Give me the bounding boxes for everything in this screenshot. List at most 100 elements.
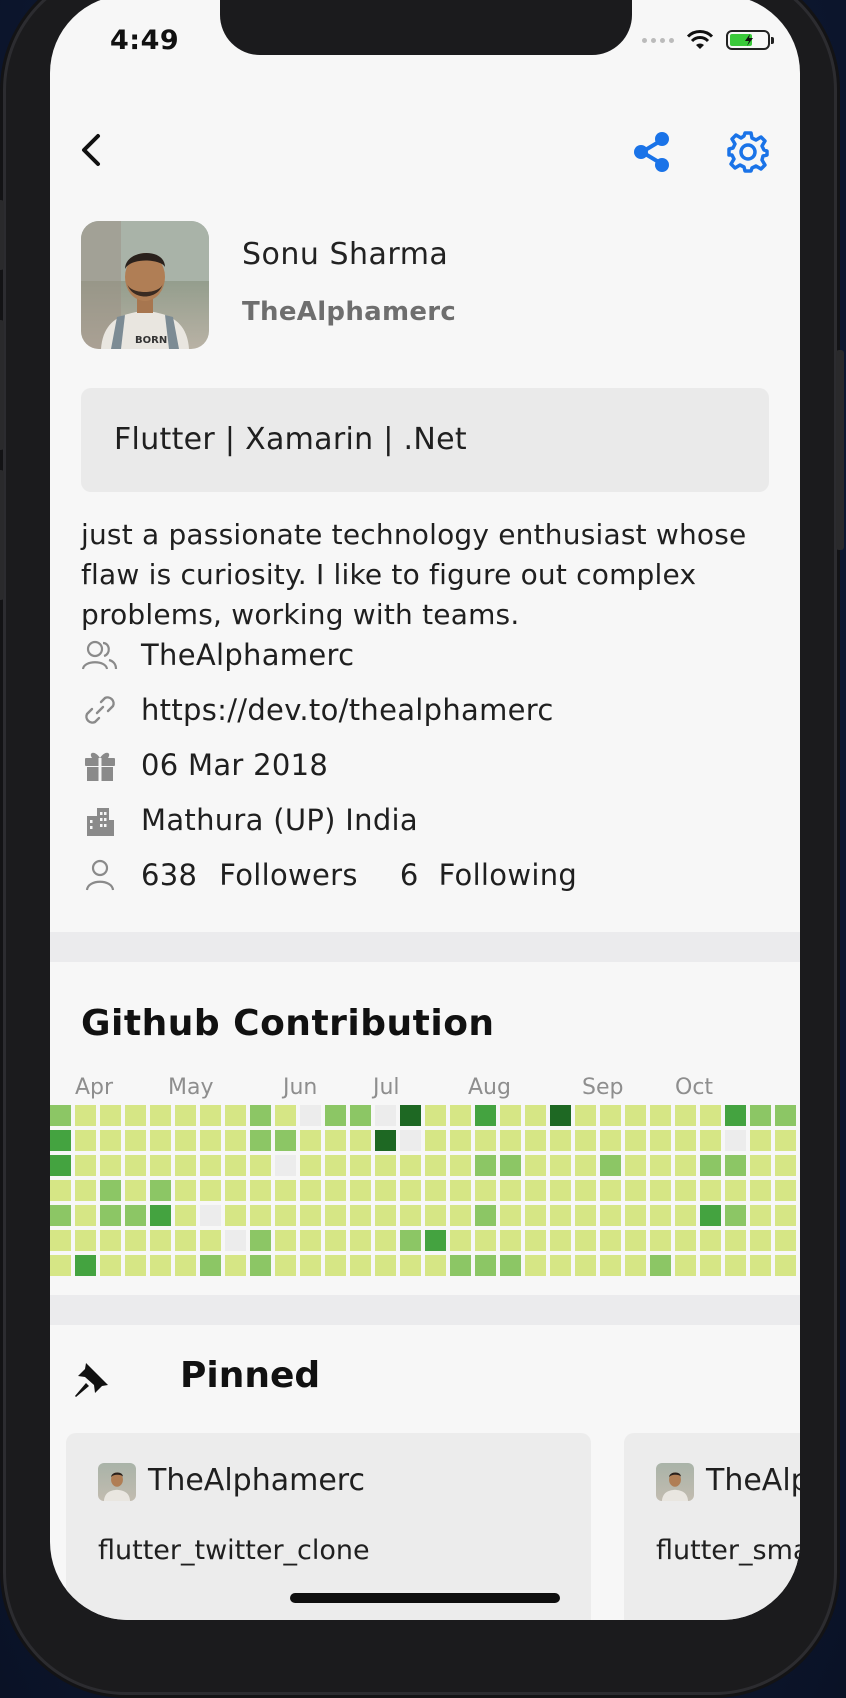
contribution-cell [500, 1205, 521, 1226]
owner-avatar [656, 1463, 694, 1501]
contribution-cell [275, 1230, 296, 1251]
contribution-cell [50, 1230, 71, 1251]
home-indicator[interactable] [290, 1593, 560, 1603]
contribution-cell [775, 1180, 796, 1201]
status-icons [642, 29, 774, 51]
contribution-cell [200, 1105, 221, 1126]
back-icon [82, 134, 100, 166]
share-button[interactable] [630, 130, 674, 174]
contribution-cell [200, 1130, 221, 1151]
contribution-cell [725, 1230, 746, 1251]
contribution-cell [125, 1255, 146, 1276]
contribution-cell [350, 1205, 371, 1226]
repo-name: flutter_smart_course [656, 1535, 800, 1566]
contribution-cell [750, 1180, 771, 1201]
info-location: Mathura (UP) India [141, 803, 418, 837]
contribution-cell [500, 1180, 521, 1201]
following-label[interactable]: Following [439, 858, 578, 892]
contribution-cell [225, 1130, 246, 1151]
battery-icon [726, 30, 774, 50]
following-count[interactable]: 6 [400, 858, 419, 892]
contribution-cell [700, 1105, 721, 1126]
contribution-cell [225, 1255, 246, 1276]
contribution-cell [400, 1180, 421, 1201]
contribution-cell [325, 1205, 346, 1226]
contribution-cell [600, 1130, 621, 1151]
profile-login: TheAlphamerc [242, 297, 457, 327]
contribution-cell [275, 1205, 296, 1226]
contribution-cell [300, 1180, 321, 1201]
company-text: Flutter | Xamarin | .Net [114, 422, 467, 457]
contribution-cell [275, 1130, 296, 1151]
contribution-cell [200, 1205, 221, 1226]
info-website-link[interactable]: https://dev.to/thealphamerc [141, 693, 554, 727]
contribution-cell [125, 1105, 146, 1126]
contribution-cell [325, 1180, 346, 1201]
contribution-cell [175, 1205, 196, 1226]
contribution-cell [675, 1180, 696, 1201]
contribution-cell [125, 1130, 146, 1151]
pinned-repo-card[interactable]: TheAlphamerc flutter_smart_course [624, 1433, 800, 1620]
followers-count[interactable]: 638 [141, 858, 197, 892]
contribution-cell [100, 1180, 121, 1201]
contribution-cell [500, 1230, 521, 1251]
settings-button[interactable] [726, 130, 770, 174]
contribution-cell [75, 1155, 96, 1176]
contribution-cell [275, 1180, 296, 1201]
contribution-cell [75, 1130, 96, 1151]
volume-down-button [0, 470, 4, 600]
contribution-cell [725, 1105, 746, 1126]
contribution-cell [750, 1255, 771, 1276]
contribution-cell [425, 1205, 446, 1226]
contribution-cell [450, 1105, 471, 1126]
contribution-cell [775, 1205, 796, 1226]
contribution-cell [700, 1230, 721, 1251]
contribution-cell [50, 1180, 71, 1201]
back-button[interactable] [72, 130, 112, 170]
contribution-cell [700, 1130, 721, 1151]
contribution-cell [525, 1105, 546, 1126]
info-website-row[interactable]: https://dev.to/thealphamerc [81, 687, 554, 733]
contribution-cell [350, 1130, 371, 1151]
contribution-cell [625, 1205, 646, 1226]
contribution-cell [50, 1205, 71, 1226]
contribution-cell [450, 1130, 471, 1151]
contribution-cell [575, 1255, 596, 1276]
contribution-cell [450, 1205, 471, 1226]
contribution-cell [275, 1155, 296, 1176]
contribution-cell [500, 1130, 521, 1151]
contribution-cell [675, 1105, 696, 1126]
contribution-cell [250, 1105, 271, 1126]
contribution-cell [775, 1130, 796, 1151]
contribution-title: Github Contribution [81, 1003, 495, 1044]
pinned-repo-card[interactable]: TheAlphamerc flutter_twitter_clone [66, 1433, 591, 1620]
contribution-cell [475, 1255, 496, 1276]
contribution-cell [575, 1130, 596, 1151]
contribution-cell [775, 1155, 796, 1176]
contribution-cell [250, 1155, 271, 1176]
month-label: Apr [75, 1075, 114, 1100]
contribution-cell [150, 1230, 171, 1251]
contribution-cell [375, 1205, 396, 1226]
contribution-cell [750, 1155, 771, 1176]
info-username: TheAlphamerc [141, 638, 355, 672]
mute-switch [0, 200, 4, 270]
contribution-cell [475, 1155, 496, 1176]
svg-text:BORN: BORN [135, 335, 167, 346]
contribution-cell [100, 1205, 121, 1226]
contribution-cell [325, 1230, 346, 1251]
contribution-cell [475, 1205, 496, 1226]
contribution-cell [575, 1180, 596, 1201]
contribution-cell [200, 1255, 221, 1276]
contribution-cell [300, 1205, 321, 1226]
contribution-cell [125, 1205, 146, 1226]
contribution-cell [550, 1130, 571, 1151]
month-label: Oct [675, 1075, 714, 1100]
followers-label[interactable]: Followers [219, 858, 358, 892]
contribution-cell [325, 1130, 346, 1151]
contribution-cell [525, 1255, 546, 1276]
company-box: Flutter | Xamarin | .Net [81, 388, 769, 492]
contribution-cell [775, 1255, 796, 1276]
info-joined-row: 06 Mar 2018 [81, 742, 328, 788]
contribution-cell [625, 1230, 646, 1251]
